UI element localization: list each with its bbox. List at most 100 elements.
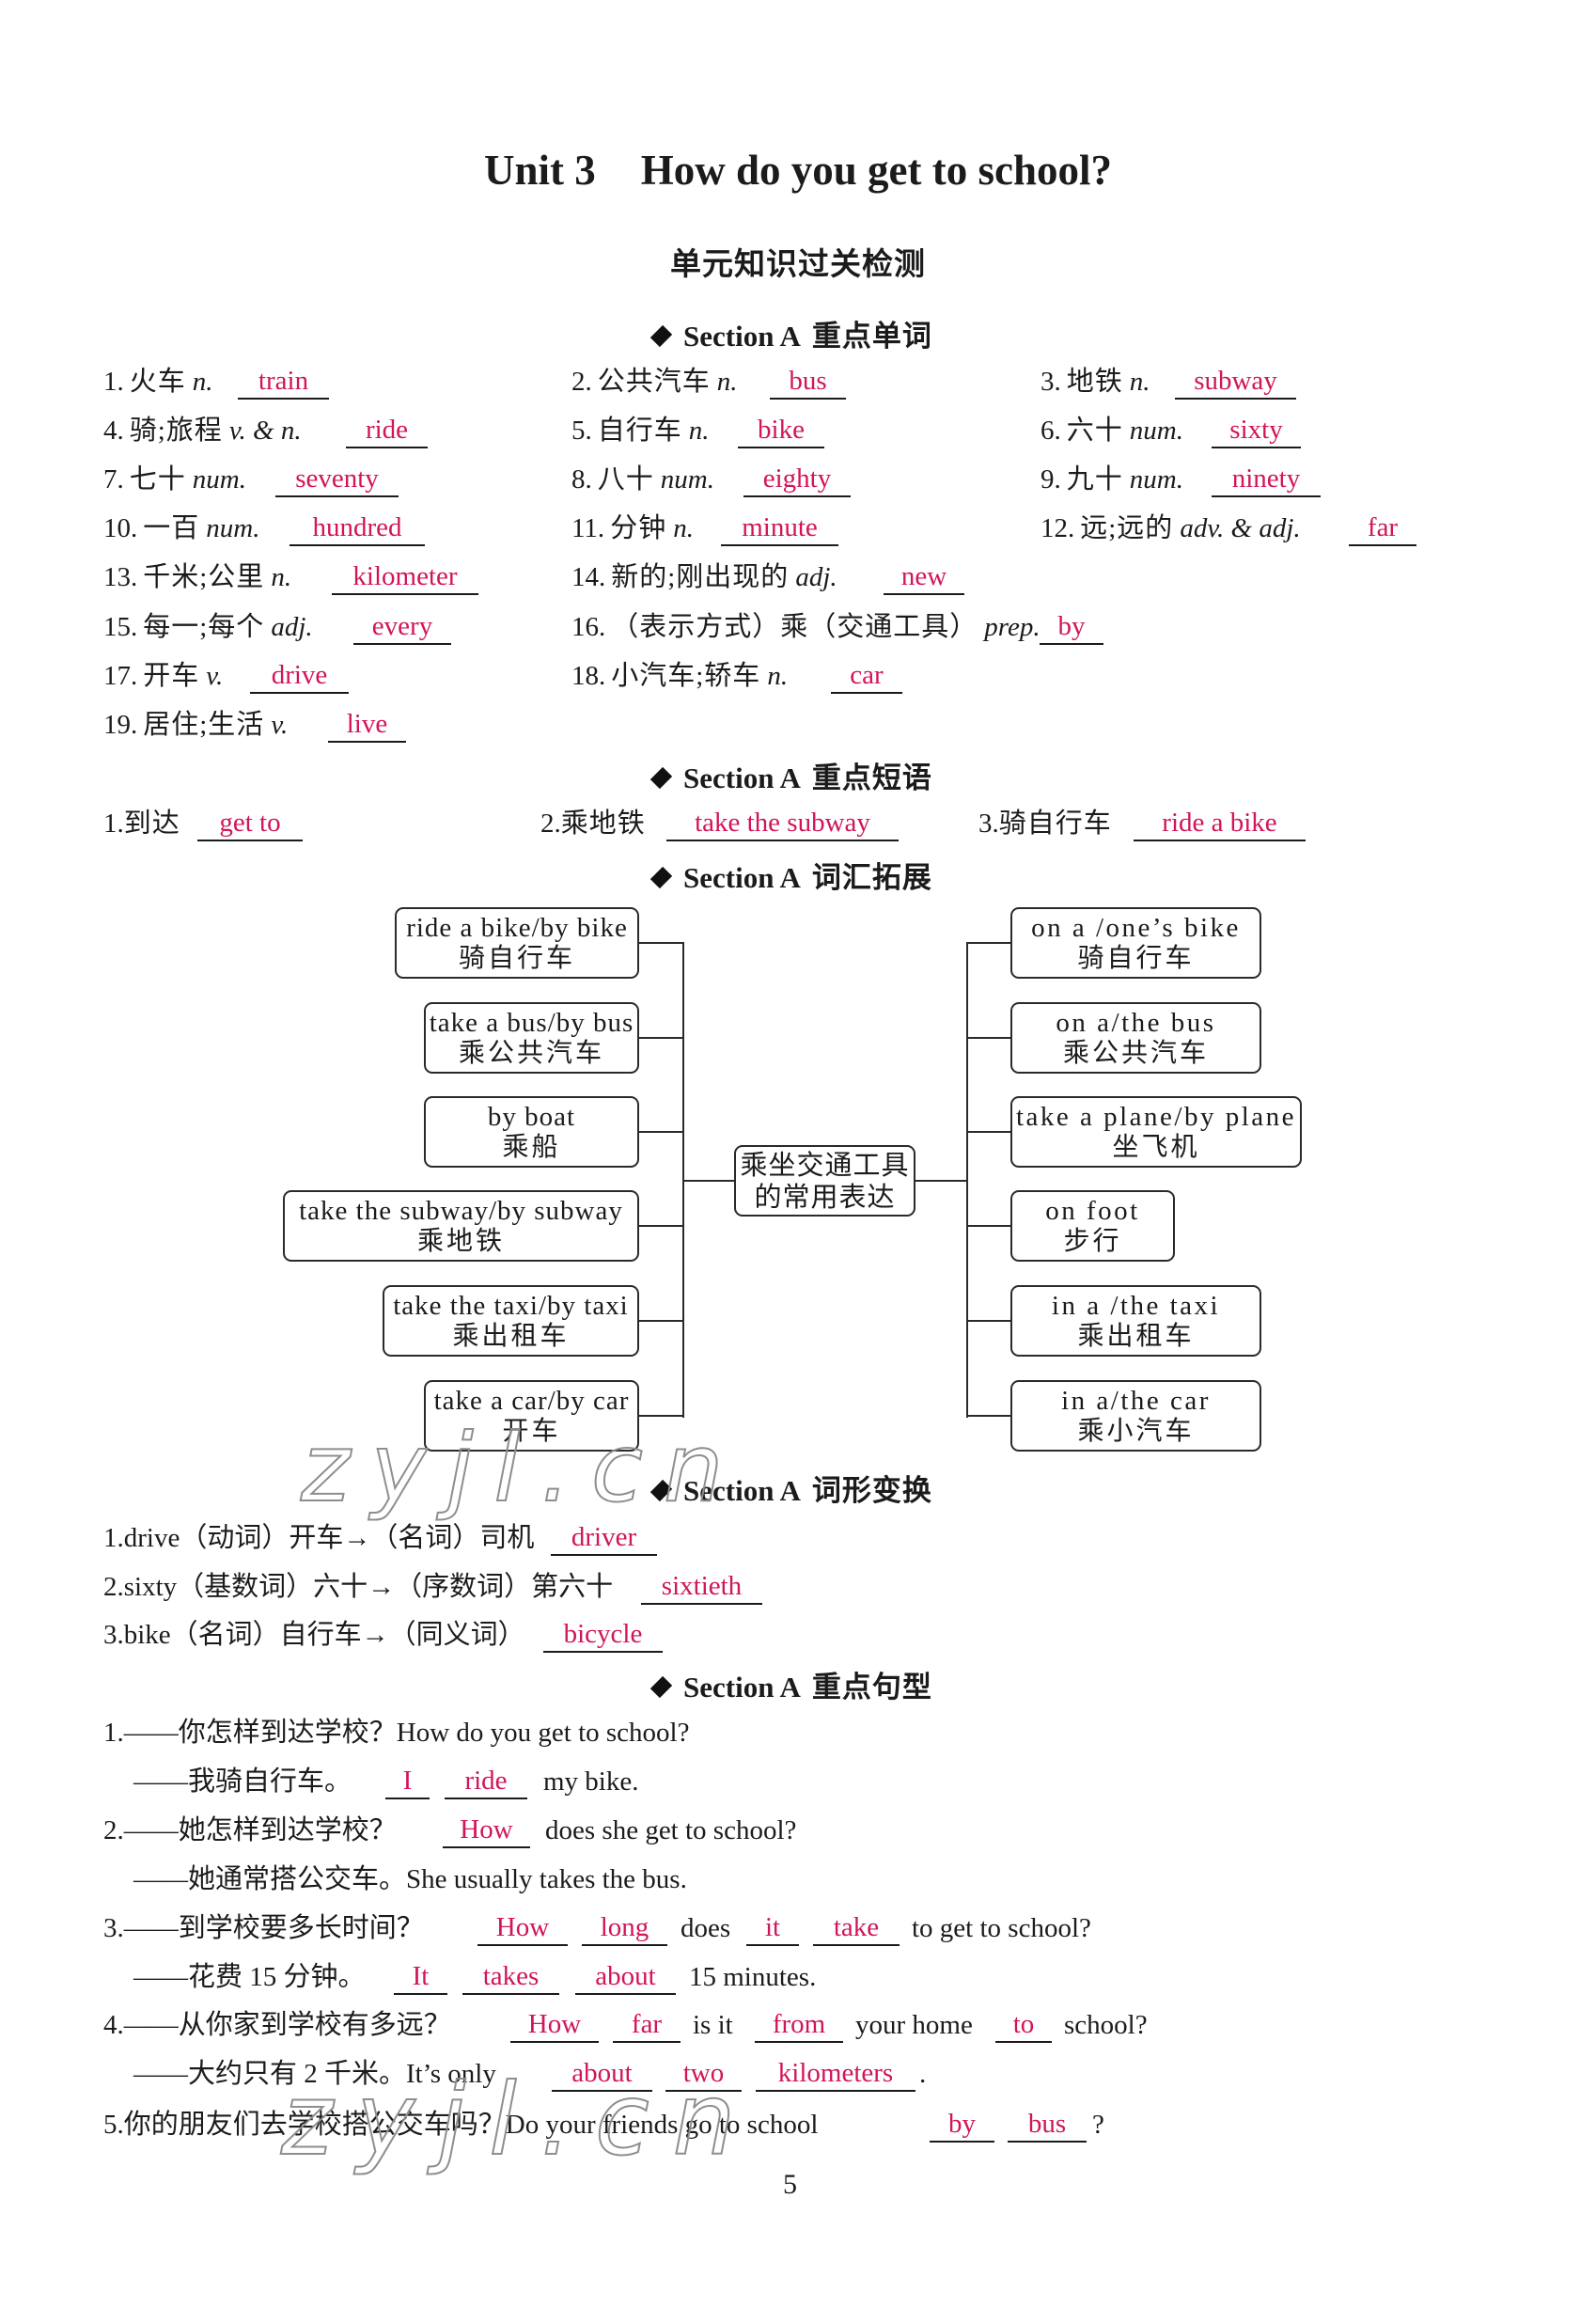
chinese-meaning: 开车 xyxy=(143,661,200,691)
diagram-box-right: on foot 步行 xyxy=(1010,1190,1175,1262)
answer-blank: How xyxy=(477,1910,568,1946)
chinese-meaning: 居住;生活 xyxy=(143,710,265,740)
sentence-text: ? xyxy=(1092,2110,1104,2140)
vocab-item: 7. 七十 num. seventy xyxy=(103,462,399,497)
chinese-meaning: 地铁 xyxy=(1066,367,1123,397)
diagram-box-right: on a/the bus 乘公共汽车 xyxy=(1010,1002,1261,1074)
sentence-line: ——她通常搭公交车。She usually takes the bus. xyxy=(0,1861,1596,1897)
answer-blank: sixty xyxy=(1212,413,1301,448)
connector-line xyxy=(639,1320,683,1322)
part-of-speech: n. xyxy=(716,367,738,397)
sentence-line: 2.——她怎样到达学校？ How does she get to school? xyxy=(0,1813,1596,1848)
part-of-speech: n. xyxy=(673,513,694,543)
chinese-meaning: 小汽车;轿车 xyxy=(611,661,761,691)
connector-line xyxy=(966,1320,1011,1322)
diamond-bullet-icon xyxy=(649,325,673,348)
vocab-item: 3. 地铁 n. subway xyxy=(1041,364,1296,400)
section-label-cn: 重点单词 xyxy=(811,320,932,353)
answer-blank: from xyxy=(755,2007,843,2043)
sentence-text: your home xyxy=(855,2010,973,2040)
diamond-bullet-icon xyxy=(649,767,673,790)
answer-blank: drive xyxy=(250,658,349,694)
answer-blank: every xyxy=(353,609,451,645)
item-number: 4. xyxy=(103,2010,124,2040)
answer-blank: subway xyxy=(1175,364,1296,400)
page-number: 5 xyxy=(783,2169,797,2200)
sentence-line: ——我骑自行车。 I ride my bike. xyxy=(0,1764,1596,1799)
item-number: 18. xyxy=(571,661,606,691)
vocab-item: 2. 公共汽车 n. bus xyxy=(571,364,846,400)
box-chinese: 乘船 xyxy=(502,1133,561,1162)
answer-blank: bus xyxy=(1008,2107,1087,2143)
section-header-word-forms: Section A 词形变换 xyxy=(649,1472,932,1510)
box-english: in a /the taxi xyxy=(1051,1291,1221,1321)
part-of-speech: num. xyxy=(660,464,714,495)
answer-blank: two xyxy=(665,2056,742,2092)
sentence-text: does xyxy=(681,1913,731,1943)
word-form-prompt: bike（名词）自行车→（同义词） xyxy=(123,1620,525,1650)
vocab-item: 17. 开车 v. drive xyxy=(103,658,349,694)
test-subtitle: 单元知识过关检测 xyxy=(670,246,926,281)
answer-blank: eighty xyxy=(743,462,851,497)
question-text: 你的朋友们去学校搭公交车吗？Do your friends go to scho… xyxy=(123,2110,819,2140)
connector-line xyxy=(639,1225,683,1227)
part-of-speech: v. & n. xyxy=(228,416,302,446)
connector-line xyxy=(639,1415,683,1417)
item-number: 1. xyxy=(103,1718,124,1748)
sentence-text: to get to school? xyxy=(912,1913,1091,1943)
chinese-meaning: 八十 xyxy=(597,464,654,495)
item-number: 2. xyxy=(540,809,561,839)
question-text: ——你怎样到达学校？How do you get to school? xyxy=(123,1718,690,1748)
box-english: take a car/by car xyxy=(433,1386,630,1416)
box-chinese: 开车 xyxy=(502,1417,561,1446)
answer-blank: far xyxy=(1349,510,1416,546)
answer-blank: take the subway xyxy=(666,806,899,841)
chinese-meaning: 远;远的 xyxy=(1080,513,1174,543)
box-chinese: 坐飞机 xyxy=(1112,1133,1200,1162)
section-label-en: Section A xyxy=(683,761,801,794)
phrase-item: 3.骑自行车 ride a bike xyxy=(978,806,1306,841)
sentence-line: 1.——你怎样到达学校？How do you get to school? xyxy=(0,1715,1596,1751)
phrase-item: 1.到达 get to xyxy=(103,806,303,841)
answer-blank: driver xyxy=(551,1520,657,1556)
item-number: 6. xyxy=(1041,416,1061,446)
box-chinese: 骑自行车 xyxy=(458,944,575,973)
box-chinese: 骑自行车 xyxy=(1077,944,1195,973)
sentence-text: is it xyxy=(693,2010,733,2040)
item-number: 3. xyxy=(1041,367,1061,397)
answer-blank: How xyxy=(443,1813,530,1848)
item-number: 2. xyxy=(571,367,592,397)
item-number: 10. xyxy=(103,513,138,543)
unit-number: Unit 3 xyxy=(483,147,596,194)
section-label-en: Section A xyxy=(683,1671,801,1704)
connector-line xyxy=(966,1037,1011,1039)
part-of-speech: num. xyxy=(1129,464,1183,495)
box-english: on a/the bus xyxy=(1056,1008,1216,1038)
sentence-line: 5.你的朋友们去学校搭公交车吗？Do your friends go to sc… xyxy=(0,2107,1596,2143)
vocab-item: 16. （表示方式）乘（交通工具） prep. by xyxy=(571,609,1103,645)
center-box-line: 乘坐交通工具 xyxy=(740,1151,910,1181)
diagram-box-left: take the subway/by subway 乘地铁 xyxy=(283,1190,639,1262)
sentence-text: my bike. xyxy=(543,1766,639,1797)
unit-title-text: How do you get to school? xyxy=(640,147,1113,194)
box-english: take a plane/by plane xyxy=(1015,1102,1297,1132)
diagram-box-right: in a /the taxi 乘出租车 xyxy=(1010,1285,1261,1357)
item-number: 4. xyxy=(103,416,124,446)
box-english: on foot xyxy=(1045,1196,1140,1226)
vocab-item: 5. 自行车 n. bike xyxy=(571,413,824,448)
diamond-bullet-icon xyxy=(649,867,673,889)
box-chinese: 步行 xyxy=(1063,1227,1122,1256)
sentence-text: 3.——到学校要多长时间？ xyxy=(103,1910,424,1946)
sentence-text: 2.——她怎样到达学校？ xyxy=(103,1813,397,1848)
box-english: in a/the car xyxy=(1061,1386,1211,1416)
question-text: ——她怎样到达学校？ xyxy=(123,1815,397,1845)
unit-title: Unit 3 How do you get to school? xyxy=(0,147,1596,194)
item-number: 3. xyxy=(103,1620,124,1650)
section-header-sentences: Section A 重点句型 xyxy=(649,1669,932,1706)
part-of-speech: v. xyxy=(271,710,289,740)
item-number: 5. xyxy=(571,416,592,446)
sentence-line: ——花费 15 分钟。 It takes about 15 minutes. xyxy=(0,1959,1596,1995)
item-number: 1. xyxy=(103,367,124,397)
diamond-bullet-icon xyxy=(649,1676,673,1699)
sentence-text: ——我骑自行车。 xyxy=(133,1766,352,1797)
